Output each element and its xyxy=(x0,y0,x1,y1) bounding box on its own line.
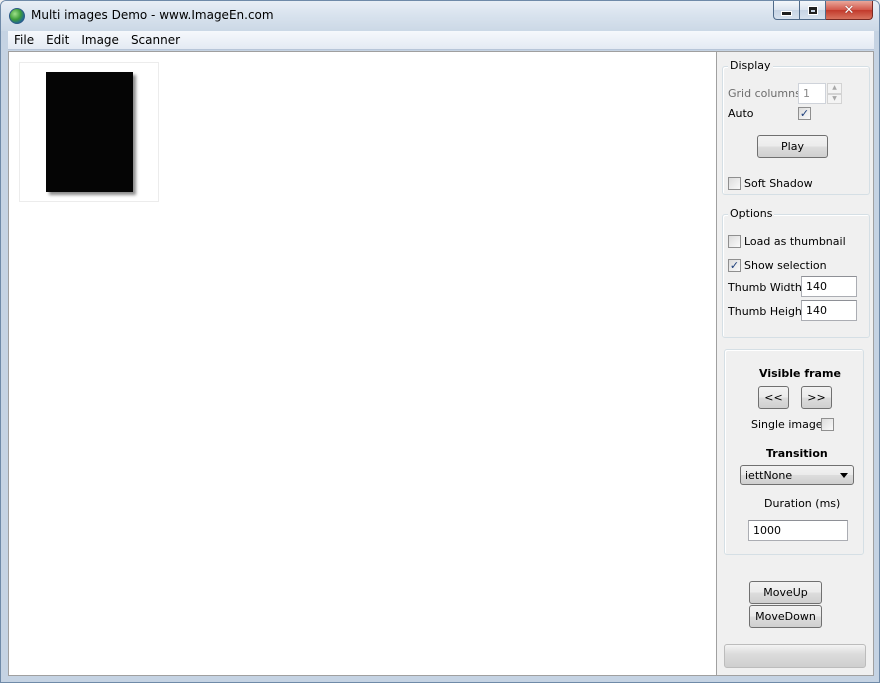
menu-image[interactable]: Image xyxy=(75,31,125,50)
single-image-checkbox[interactable] xyxy=(821,418,834,431)
transition-label: Transition xyxy=(766,447,828,460)
window-title: Multi images Demo - www.ImageEn.com xyxy=(31,8,274,22)
close-button[interactable]: ✕ xyxy=(826,1,873,20)
chevron-down-icon xyxy=(840,473,848,478)
transition-select-value: iettNone xyxy=(745,469,793,482)
grid-columns-label: Grid columns: xyxy=(728,87,805,100)
stepper-up-icon[interactable]: ▲ xyxy=(827,83,842,94)
thumb-width-input[interactable]: 140 xyxy=(801,276,857,297)
menu-edit[interactable]: Edit xyxy=(40,31,75,50)
options-group-title: Options xyxy=(728,207,775,220)
client-area: Display Grid columns: 1 ▲ ▼ Auto ✓ Play … xyxy=(8,51,874,676)
soft-shadow-checkbox[interactable] xyxy=(728,177,741,190)
title-bar[interactable]: Multi images Demo - www.ImageEn.com ✕ xyxy=(1,1,879,31)
minimize-icon xyxy=(781,10,792,16)
play-button[interactable]: Play xyxy=(757,135,828,158)
soft-shadow-label[interactable]: Soft Shadow xyxy=(744,177,813,190)
thumb-width-label: Thumb Width xyxy=(728,281,802,294)
control-panel: Display Grid columns: 1 ▲ ▼ Auto ✓ Play … xyxy=(718,52,873,675)
thumb-height-label: Thumb Height xyxy=(728,305,807,318)
maximize-button[interactable] xyxy=(800,1,826,20)
move-up-button[interactable]: MoveUp xyxy=(749,581,822,604)
previous-frame-button[interactable]: << xyxy=(758,386,789,409)
auto-label: Auto xyxy=(728,107,754,120)
load-as-thumbnail-label[interactable]: Load as thumbnail xyxy=(744,235,846,248)
duration-label: Duration (ms) xyxy=(764,497,841,510)
show-selection-label[interactable]: Show selection xyxy=(744,259,827,272)
menu-scanner[interactable]: Scanner xyxy=(125,31,186,50)
duration-input[interactable]: 1000 xyxy=(748,520,848,541)
globe-icon xyxy=(9,8,25,24)
minimize-button[interactable] xyxy=(773,1,800,20)
single-image-label[interactable]: Single image xyxy=(751,418,823,431)
thumb-height-input[interactable]: 140 xyxy=(801,300,857,321)
maximize-icon xyxy=(807,5,818,15)
close-icon: ✕ xyxy=(843,2,855,18)
thumbnail-image xyxy=(46,72,133,192)
auto-checkbox[interactable]: ✓ xyxy=(798,107,811,120)
options-group: Options Load as thumbnail ✓ Show selecti… xyxy=(722,207,870,338)
grid-columns-stepper[interactable]: ▲ ▼ xyxy=(827,83,842,104)
thumbnail[interactable] xyxy=(19,62,159,202)
window-controls: ✕ xyxy=(773,1,873,21)
show-selection-checkbox[interactable]: ✓ xyxy=(728,259,741,272)
move-down-button[interactable]: MoveDown xyxy=(749,605,822,628)
next-frame-button[interactable]: >> xyxy=(801,386,832,409)
stepper-down-icon[interactable]: ▼ xyxy=(827,93,842,104)
menu-file[interactable]: File xyxy=(8,31,40,50)
display-group: Display Grid columns: 1 ▲ ▼ Auto ✓ Play … xyxy=(722,59,870,195)
menu-bar: File Edit Image Scanner xyxy=(8,31,874,50)
check-icon: ✓ xyxy=(799,107,810,120)
visible-frame-label: Visible frame xyxy=(759,367,841,380)
display-group-title: Display xyxy=(728,59,773,72)
progress-bar xyxy=(724,644,866,668)
grid-columns-input[interactable]: 1 xyxy=(798,83,826,104)
frame-group: Visible frame << >> Single image Transit… xyxy=(724,349,864,555)
load-as-thumbnail-checkbox[interactable] xyxy=(728,235,741,248)
app-window: Multi images Demo - www.ImageEn.com ✕ Fi… xyxy=(0,0,880,683)
check-icon: ✓ xyxy=(729,259,740,272)
transition-select[interactable]: iettNone xyxy=(740,465,854,485)
multi-image-viewer[interactable] xyxy=(9,52,717,675)
